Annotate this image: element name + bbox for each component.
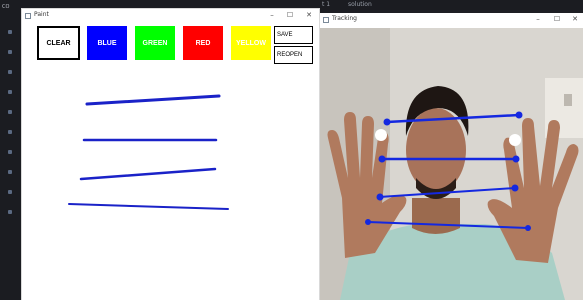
tracking-point — [365, 219, 371, 225]
fingertip-marker — [375, 129, 387, 141]
tracking-point — [512, 155, 520, 163]
person-neck — [412, 198, 460, 234]
file-icon — [8, 110, 12, 114]
file-icon — [8, 130, 12, 134]
tracking-point — [376, 193, 384, 201]
window-title: Tracking — [332, 15, 357, 22]
ide-sidebar: CO — [0, 0, 22, 300]
file-icon — [8, 50, 12, 54]
file-icon — [8, 210, 12, 214]
tracking-point — [511, 184, 519, 192]
file-icon — [8, 30, 12, 34]
window-title: Paint — [34, 11, 49, 18]
ide-tab[interactable]: solution — [348, 1, 372, 8]
paint-window: Paint – ☐ ✕ CLEAR BLUE GREEN RED YELLOW … — [22, 9, 319, 300]
window-icon — [25, 13, 31, 19]
tracking-point — [378, 155, 386, 163]
drawn-stroke — [85, 94, 221, 106]
fingertip-marker — [509, 134, 521, 146]
tracking-point — [383, 118, 391, 126]
minimize-button[interactable]: – — [532, 15, 544, 23]
close-button[interactable]: ✕ — [303, 11, 315, 19]
tracking-point — [525, 225, 531, 231]
close-button[interactable]: ✕ — [569, 15, 581, 23]
tracking-titlebar: Tracking – ☐ ✕ — [320, 13, 583, 28]
webcam-feed — [320, 28, 583, 300]
ide-tab[interactable]: t 1 — [322, 1, 330, 8]
file-icon — [8, 70, 12, 74]
drawing-canvas[interactable] — [22, 23, 319, 300]
window-icon — [323, 17, 329, 23]
file-icon — [8, 150, 12, 154]
drawn-stroke — [79, 167, 217, 181]
maximize-button[interactable]: ☐ — [284, 11, 296, 19]
switch-plate — [564, 94, 572, 106]
tracking-window: Tracking – ☐ ✕ — [320, 13, 583, 300]
maximize-button[interactable]: ☐ — [551, 15, 563, 23]
minimize-button[interactable]: – — [266, 11, 278, 19]
tracking-point — [515, 111, 523, 119]
file-icon — [8, 90, 12, 94]
paint-titlebar: Paint – ☐ ✕ — [22, 9, 319, 23]
drawn-stroke — [68, 203, 229, 210]
file-icon — [8, 170, 12, 174]
file-icon — [8, 190, 12, 194]
ide-label: CO — [2, 4, 10, 10]
